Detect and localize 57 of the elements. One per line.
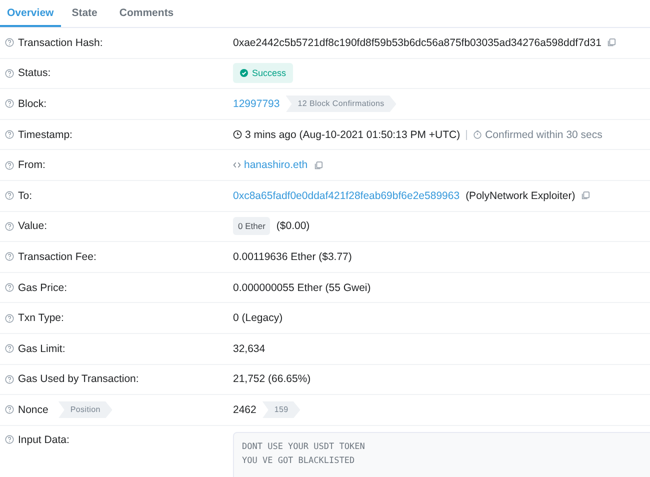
help-icon[interactable] <box>5 160 14 170</box>
code-icon <box>233 161 241 170</box>
field-label: To: <box>18 190 32 202</box>
help-icon[interactable] <box>5 283 14 292</box>
field-label: Timestamp: <box>18 128 72 141</box>
help-icon[interactable] <box>5 222 14 231</box>
field-label: Gas Used by Transaction: <box>18 373 139 386</box>
help-icon[interactable] <box>5 344 14 354</box>
copy-icon[interactable] <box>581 191 590 200</box>
field-label: Gas Limit: <box>18 342 66 355</box>
field-value: ($0.00) <box>276 220 310 232</box>
help-icon[interactable] <box>5 435 14 444</box>
info-tag: 159 <box>262 401 300 418</box>
timestamp-text: 3 mins ago (Aug-10-2021 01:50:13 PM +UTC) <box>245 128 460 141</box>
field-label: Value: <box>18 220 47 232</box>
help-icon[interactable] <box>5 405 14 414</box>
address-link[interactable]: hanashiro.eth <box>244 159 308 172</box>
stopwatch-icon <box>473 130 482 140</box>
field-label: Block: <box>18 98 47 110</box>
help-icon[interactable] <box>5 130 14 140</box>
field-label: Txn Type: <box>18 312 64 324</box>
copy-icon[interactable] <box>607 38 616 48</box>
field-value: 0.000000055 Ether (55 Gwei) <box>233 282 371 294</box>
clock-icon <box>233 130 242 140</box>
field-value: 0 (Legacy) <box>233 312 283 324</box>
help-icon[interactable] <box>5 314 14 323</box>
help-icon[interactable] <box>5 191 14 200</box>
help-icon[interactable] <box>5 374 14 384</box>
field-value: 0.00119636 Ether ($3.77) <box>233 250 352 263</box>
field-value: (PolyNetwork Exploiter) <box>466 190 576 202</box>
field-label: Status: <box>18 67 51 80</box>
field-value: 21,752 (66.65%) <box>233 373 311 386</box>
field-value: 2462 <box>233 404 256 416</box>
help-icon[interactable] <box>5 252 14 262</box>
field-label: Nonce <box>18 404 48 416</box>
tab[interactable]: Comments <box>108 0 185 27</box>
tab[interactable]: Overview <box>0 0 61 27</box>
value-chip: 0 Ether <box>233 217 270 236</box>
field-label: Input Data: <box>18 434 70 446</box>
value-link[interactable]: 0xc8a65fadf0e0ddaf421f28feab69bf6e2e589963 <box>233 190 460 202</box>
field-label: Gas Price: <box>18 282 68 294</box>
help-icon[interactable] <box>5 68 14 78</box>
status-badge: Success <box>233 63 294 84</box>
field-value: 0xae2442c5b5721df8c190fd8f59b53b6dc56a875fb03035ad34276a598ddf7d31 <box>233 36 602 49</box>
copy-icon[interactable] <box>314 160 323 170</box>
value-link[interactable]: 12997793 <box>233 98 280 110</box>
help-icon[interactable] <box>5 99 14 108</box>
field-label: From: <box>18 159 46 172</box>
info-tag: Position <box>58 401 112 418</box>
input-data-box: DONT USE YOUR USDT TOKEN YOU VE GOT BLACKLISTED <box>233 432 650 477</box>
info-tag: 12 Block Confirmations <box>286 95 396 112</box>
help-icon[interactable] <box>5 38 14 48</box>
confirmation-text: Confirmed within 30 secs <box>485 128 602 141</box>
field-label: Transaction Hash: <box>18 36 103 49</box>
field-label: Transaction Fee: <box>18 250 96 263</box>
tab[interactable]: State <box>60 0 108 27</box>
field-value: 32,634 <box>233 342 266 355</box>
